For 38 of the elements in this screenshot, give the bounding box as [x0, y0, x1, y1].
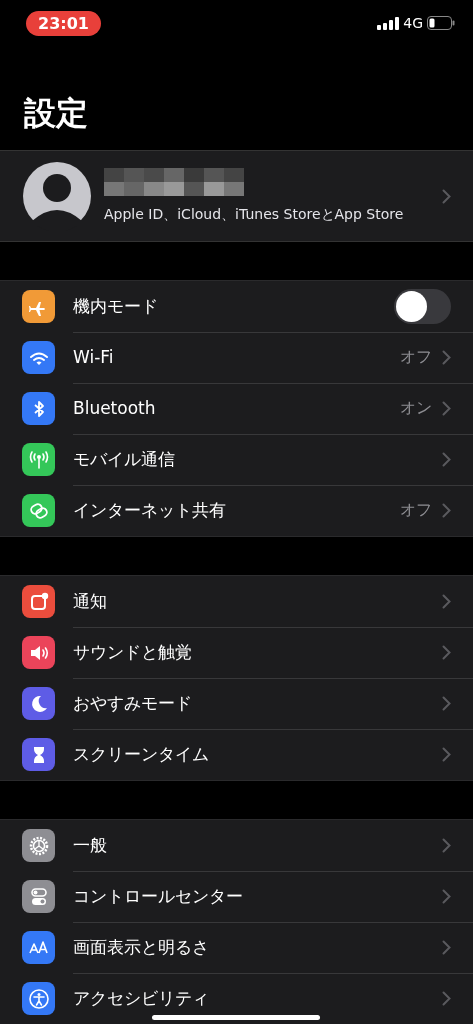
page-title: 設定: [24, 93, 88, 134]
setting-label[interactable]: おやすみモード: [73, 691, 432, 715]
chevron-icon: [442, 503, 451, 518]
setting-label[interactable]: サウンドと触覚: [73, 640, 432, 664]
chevron-icon: [442, 349, 451, 365]
setting-label[interactable]: コントロールセンター: [73, 884, 432, 908]
network-label: 4G: [403, 15, 423, 31]
setting-label[interactable]: モバイル通信: [73, 447, 432, 471]
chevron-icon: [442, 451, 451, 467]
setting-label[interactable]: 画面表示と明るさ: [73, 935, 432, 959]
signal-icon: [377, 16, 400, 30]
battery-icon: [427, 16, 455, 30]
setting-label[interactable]: スクリーンタイム: [73, 743, 432, 766]
chevron-icon: [442, 695, 451, 711]
setting-label[interactable]: Bluetooth: [73, 398, 390, 418]
chevron-icon: [442, 991, 451, 1006]
status-time: 23:01: [26, 10, 101, 36]
chevron-icon: [442, 888, 451, 904]
setting-label[interactable]: 機内モード: [73, 294, 384, 318]
chevron-icon: [442, 593, 451, 609]
toggle-switch[interactable]: [394, 288, 451, 324]
chevron-icon: [442, 188, 451, 204]
chevron-icon: [442, 747, 451, 762]
profile-row[interactable]: Apple ID、iCloud、iTunes StoreとApp Store: [0, 150, 473, 242]
status-value: オフ: [400, 346, 432, 368]
chevron-icon: [442, 644, 451, 660]
setting-label[interactable]: 通知: [73, 589, 432, 613]
profile-subtitle: Apple ID、iCloud、iTunes StoreとApp Store: [104, 206, 405, 224]
status-value: オフ: [400, 500, 432, 521]
chevron-icon: [442, 400, 451, 416]
setting-label[interactable]: Wi-Fi: [73, 347, 390, 367]
chevron-icon: [442, 939, 451, 955]
status-value: オン: [400, 397, 432, 419]
chevron-icon: [442, 837, 451, 853]
setting-label[interactable]: アクセシビリティ: [73, 987, 432, 1010]
avatar-icon: [22, 161, 92, 231]
setting-label[interactable]: インターネット共有: [73, 499, 390, 522]
setting-label[interactable]: 一般: [73, 833, 432, 857]
